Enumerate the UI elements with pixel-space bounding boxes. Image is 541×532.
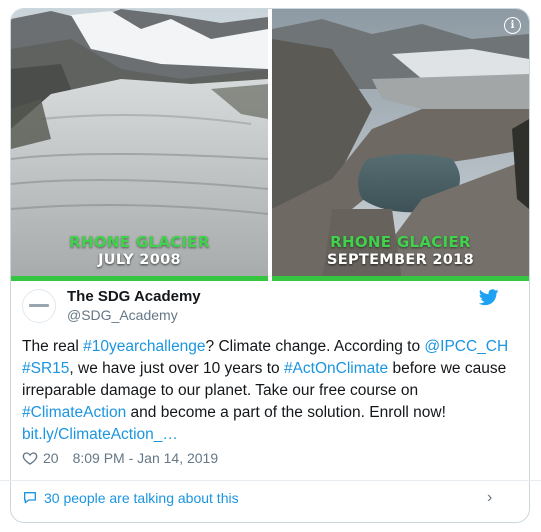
tweet-media[interactable]: RHONE GLACIER JULY 2008 i RHONE GLACIER …: [11, 9, 529, 281]
divider: [0, 480, 541, 481]
left-caption-date: JULY 2008: [98, 252, 181, 268]
tweet-link[interactable]: #ClimateAction: [22, 404, 126, 421]
left-green-bar: [11, 276, 268, 281]
tweet-meta: 20 8:09 PM - Jan 14, 2019: [22, 450, 218, 466]
glacier-2018-photo[interactable]: i RHONE GLACIER SEPTEMBER 2018: [272, 9, 529, 281]
talking-link[interactable]: 30 people are talking about this: [22, 490, 239, 506]
like-count[interactable]: 20: [43, 450, 59, 466]
speech-bubble-icon: [24, 492, 36, 504]
tweet-link[interactable]: #10yearchallenge: [83, 338, 205, 355]
left-caption-title: RHONE GLACIER: [69, 233, 210, 251]
tweet-text-segment: , we have just over 10 years to: [69, 360, 284, 377]
avatar-logo: [29, 304, 49, 307]
timestamp[interactable]: 8:09 PM - Jan 14, 2019: [73, 450, 219, 466]
tweet-text-segment: The real: [22, 338, 84, 355]
info-icon[interactable]: i: [504, 17, 521, 34]
right-green-bar: [272, 276, 529, 281]
talking-label[interactable]: 30 people are talking about this: [44, 490, 239, 506]
tweet-text: The real #10yearchallenge? Climate chang…: [22, 336, 510, 446]
right-caption-title: RHONE GLACIER: [330, 233, 471, 251]
glacier-2008-photo[interactable]: RHONE GLACIER JULY 2008: [11, 9, 268, 281]
right-caption-date: SEPTEMBER 2018: [327, 252, 474, 268]
author-handle[interactable]: @SDG_Academy: [67, 307, 178, 323]
tweet-text-segment: and become a part of the solution. Enrol…: [126, 404, 446, 421]
chevron-right-icon[interactable]: ›: [487, 489, 492, 507]
tweet-text-segment: ? Climate change. According to: [205, 338, 425, 355]
tweet-link[interactable]: #SR15: [22, 360, 69, 377]
author-name[interactable]: The SDG Academy: [67, 288, 201, 305]
heart-icon[interactable]: [22, 450, 38, 466]
avatar[interactable]: [22, 289, 56, 323]
tweet-link[interactable]: bit.ly/ClimateAction_…: [22, 426, 178, 443]
twitter-bird-icon[interactable]: [479, 289, 499, 306]
tweet-link[interactable]: @IPCC_CH: [424, 338, 508, 355]
tweet-link[interactable]: #ActOnClimate: [284, 360, 388, 377]
